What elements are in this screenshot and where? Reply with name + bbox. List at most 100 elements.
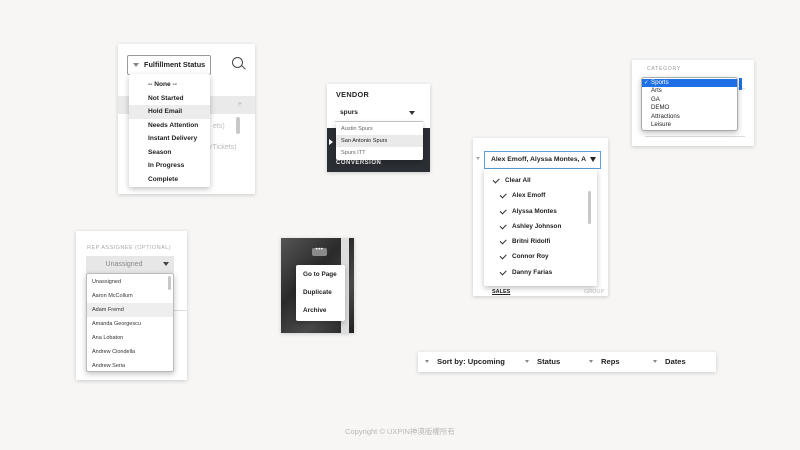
select-label: Fulfillment Status — [144, 60, 206, 69]
duplicate-option[interactable]: Duplicate — [296, 284, 345, 302]
option-spurs-itt[interactable]: Spurs ITT — [336, 147, 423, 159]
more-icon[interactable]: ••• — [312, 247, 327, 256]
rep-assignee-label: REP ASSIGNEE (OPTIONAL) — [87, 245, 172, 251]
user-option[interactable]: Alyssa Montes — [484, 204, 597, 219]
filter-bar: Sort by: Upcoming Status Reps Dates — [418, 352, 716, 372]
chevron-down-icon — [133, 63, 139, 67]
user-name: Alex Emoff — [512, 192, 546, 200]
rep-assignee-select[interactable]: Unassigned — [86, 256, 174, 273]
option-demo[interactable]: DEMO — [642, 104, 737, 112]
option-none[interactable]: -- None -- — [129, 78, 210, 92]
collapse-icon[interactable] — [476, 157, 480, 160]
chevron-down-icon — [525, 360, 529, 363]
tab-sales[interactable]: SALES — [492, 289, 510, 295]
option-leisure[interactable]: Leisure — [642, 121, 737, 129]
chevron-down-icon — [163, 262, 169, 266]
check-icon — [492, 176, 500, 184]
copyright-text: Copyright © UXPIN神漠版權所有 — [345, 427, 455, 436]
user-name: Britni Ridolfi — [512, 238, 551, 246]
dates-label: Dates — [665, 357, 686, 366]
dates-filter[interactable]: Dates — [653, 352, 686, 372]
status-filter[interactable]: Status — [525, 352, 561, 372]
reps-filter[interactable]: Reps — [589, 352, 620, 372]
bg-fragment: rTickets) — [210, 144, 237, 151]
check-icon — [499, 268, 507, 275]
clear-all-option[interactable]: Clear All — [484, 173, 597, 188]
context-menu: Go to Page Duplicate Archive — [296, 265, 345, 321]
divider — [174, 310, 187, 311]
bg-fragment: e — [238, 101, 242, 108]
conversion-label: CONVERSION — [336, 160, 382, 166]
chevron-down-icon — [653, 360, 657, 363]
chevron-down-icon — [425, 360, 429, 363]
vendor-label: VENDOR — [336, 90, 370, 99]
fulfillment-status-dropdown: -- None -- Not Started Hold Email Needs … — [129, 74, 210, 187]
sort-label: Sort by: Upcoming — [437, 357, 505, 366]
option-andrew-seria[interactable]: Andrew Seria — [87, 359, 173, 373]
user-option[interactable]: Connor Roy — [484, 249, 597, 264]
option-andrew-ciondella[interactable]: Andrew Ciondella — [87, 345, 173, 359]
check-icon — [499, 222, 507, 229]
option-unassigned[interactable]: Unassigned — [87, 275, 173, 289]
option-hold-email[interactable]: Hold Email — [129, 105, 210, 119]
category-label: CATEGORY — [647, 66, 681, 72]
go-to-page-option[interactable]: Go to Page — [296, 266, 345, 284]
check-icon — [499, 252, 507, 260]
option-complete[interactable]: Complete — [129, 173, 210, 187]
category-dropdown: ✓ Sports Arts GA DEMO Attractions Leisur… — [641, 77, 738, 131]
option-attractions[interactable]: Attractions — [642, 113, 737, 121]
option-arts[interactable]: Arts — [642, 87, 737, 95]
user-name: Connor Roy — [512, 253, 549, 261]
divider — [645, 136, 745, 137]
sort-filter[interactable]: Sort by: Upcoming — [425, 352, 505, 372]
assignee-dropdown: Clear All Alex Emoff Alyssa Montes Ashle… — [484, 169, 597, 286]
user-name: Ashley Johnson — [512, 222, 562, 230]
option-ga[interactable]: GA — [642, 96, 737, 104]
option-in-progress[interactable]: In Progress — [129, 159, 210, 173]
option-amanda-georgescu[interactable]: Amanda Georgescu — [87, 317, 173, 331]
option-season[interactable]: Season — [129, 146, 210, 160]
option-adam-fremd[interactable]: Adam Fremd — [87, 303, 173, 317]
rep-assignee-dropdown: Unassigned Aaron McCollum Adam Fremd Ama… — [86, 273, 174, 372]
pointer-icon — [329, 139, 333, 145]
option-not-started[interactable]: Not Started — [129, 92, 210, 106]
check-icon: ✓ — [644, 80, 649, 86]
check-icon — [499, 206, 507, 214]
user-option[interactable]: Alex Emoff — [484, 188, 597, 203]
vendor-input[interactable]: spurs — [335, 104, 423, 122]
vendor-dropdown: Austin Spurs San Antonio Spurs Spurs ITT — [336, 122, 423, 160]
option-sports[interactable]: ✓ Sports — [642, 79, 737, 88]
option-san-antonio-spurs[interactable]: San Antonio Spurs — [336, 135, 423, 147]
option-label: Sports — [651, 79, 669, 86]
option-ana-lobaton[interactable]: Ana Lobaton — [87, 331, 173, 345]
option-needs-attention[interactable]: Needs Attention — [129, 119, 210, 133]
option-austin-spurs[interactable]: Austin Spurs — [336, 123, 423, 135]
reps-label: Reps — [601, 357, 620, 366]
archive-option[interactable]: Archive — [296, 302, 345, 320]
chevron-down-icon — [590, 157, 596, 162]
user-name: Alyssa Montes — [512, 207, 557, 215]
check-icon — [499, 237, 507, 245]
option-instant-delivery[interactable]: Instant Delivery — [129, 132, 210, 146]
vendor-value: spurs — [340, 109, 358, 116]
clear-all-label: Clear All — [505, 177, 531, 184]
search-icon[interactable] — [232, 57, 243, 68]
status-label: Status — [537, 357, 561, 366]
user-name: Danny Farias — [512, 268, 553, 276]
scrollbar[interactable] — [236, 117, 240, 134]
select-placeholder: Unassigned — [105, 261, 143, 268]
tab-group[interactable]: GROUP — [584, 289, 604, 295]
assignee-multiselect[interactable]: Alex Emoff, Alyssa Montes, A — [484, 151, 601, 169]
chevron-down-icon — [589, 360, 593, 363]
chevron-down-icon[interactable] — [409, 111, 415, 115]
check-icon — [499, 191, 507, 199]
scrollbar[interactable] — [168, 276, 171, 290]
multiselect-value: Alex Emoff, Alyssa Montes, A — [491, 156, 587, 163]
user-option[interactable]: Danny Farias — [484, 265, 597, 280]
fulfillment-status-select[interactable]: Fulfillment Status — [127, 55, 211, 75]
user-option[interactable]: Ashley Johnson — [484, 219, 597, 234]
select-edge — [739, 78, 742, 90]
user-option[interactable]: Britni Ridolfi — [484, 234, 597, 249]
option-aaron-mccollum[interactable]: Aaron McCollum — [87, 289, 173, 303]
scrollbar[interactable] — [588, 191, 591, 224]
